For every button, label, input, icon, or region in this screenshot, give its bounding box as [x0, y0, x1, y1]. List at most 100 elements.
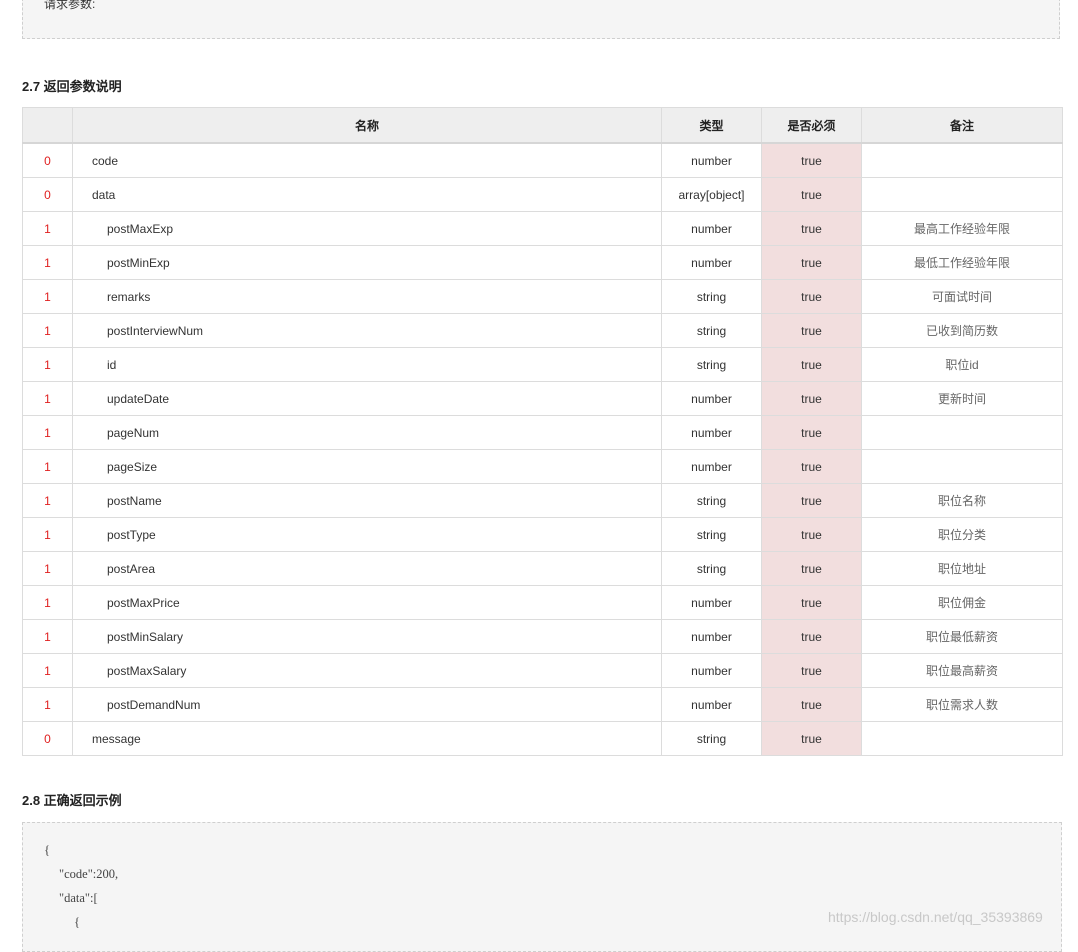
cell-required: true [761, 687, 862, 722]
table-row: 1 postMaxExp number true 最高工作经验年限 [22, 211, 1063, 246]
cell-name: code [72, 142, 662, 178]
cell-note: 职位需求人数 [861, 687, 1063, 722]
cell-name: message [72, 721, 662, 756]
table-row: 1 postName string true 职位名称 [22, 483, 1063, 518]
param-name: message [92, 731, 141, 746]
cell-name: pageSize [72, 449, 662, 484]
cell-type: string [661, 517, 762, 552]
cell-name: postType [72, 517, 662, 552]
table-row: 1 postInterviewNum string true 已收到简历数 [22, 313, 1063, 348]
cell-required: true [761, 347, 862, 382]
code-line: "data":[ [59, 891, 98, 905]
cell-type: string [661, 347, 762, 382]
cell-level: 1 [22, 313, 73, 348]
cell-type: string [661, 551, 762, 586]
table-body: 0 code number true 0 data array[object] true 1 po… [22, 142, 1063, 756]
param-name: postArea [107, 561, 156, 576]
param-name: postMaxSalary [107, 663, 187, 678]
cell-type: string [661, 721, 762, 756]
cell-required: true [761, 619, 862, 654]
header-required: 是否必须 [761, 107, 862, 144]
cell-name: postMaxExp [72, 211, 662, 246]
param-name: code [92, 153, 119, 168]
table-row: 0 data array[object] true [22, 177, 1063, 212]
cell-name: remarks [72, 279, 662, 314]
cell-level: 0 [22, 177, 73, 212]
cell-note [861, 142, 1063, 178]
cell-note: 职位最低薪资 [861, 619, 1063, 654]
cell-level: 1 [22, 483, 73, 518]
cell-note: 职位最高薪资 [861, 653, 1063, 688]
request-params-label: 请求参数: [44, 0, 96, 11]
cell-level: 1 [22, 245, 73, 280]
cell-note [861, 177, 1063, 212]
cell-type: string [661, 279, 762, 314]
cell-required: true [761, 245, 862, 280]
cell-note: 已收到简历数 [861, 313, 1063, 348]
cell-level: 1 [22, 279, 73, 314]
cell-type: number [661, 211, 762, 246]
cell-name: id [72, 347, 662, 382]
cell-name: postArea [72, 551, 662, 586]
cell-required: true [761, 177, 862, 212]
table-row: 1 postMaxSalary number true 职位最高薪资 [22, 653, 1063, 688]
cell-type: string [661, 313, 762, 348]
table-header-row: 名称 类型 是否必须 备注 [22, 107, 1063, 144]
cell-type: array[object] [661, 177, 762, 212]
cell-level: 1 [22, 619, 73, 654]
cell-type: number [661, 142, 762, 178]
table-row: 1 postArea string true 职位地址 [22, 551, 1063, 586]
cell-name: postMaxSalary [72, 653, 662, 688]
param-name: remarks [107, 289, 151, 304]
cell-level: 1 [22, 551, 73, 586]
cell-name: postMinSalary [72, 619, 662, 654]
cell-name: postDemandNum [72, 687, 662, 722]
cell-type: number [661, 381, 762, 416]
table-row: 1 updateDate number true 更新时间 [22, 381, 1063, 416]
param-name: postDemandNum [107, 697, 201, 712]
cell-required: true [761, 653, 862, 688]
cell-type: number [661, 585, 762, 620]
param-name: id [107, 357, 117, 372]
cell-note [861, 415, 1063, 450]
cell-level: 1 [22, 585, 73, 620]
return-params-table: 名称 类型 是否必须 备注 0 code number true 0 data array[… [22, 107, 1063, 756]
cell-note: 可面试时间 [861, 279, 1063, 314]
cell-note: 职位地址 [861, 551, 1063, 586]
cell-level: 1 [22, 347, 73, 382]
cell-level: 1 [22, 381, 73, 416]
table-row: 1 remarks string true 可面试时间 [22, 279, 1063, 314]
code-line: "code":200, [59, 867, 119, 881]
cell-required: true [761, 483, 862, 518]
param-name: pageSize [107, 459, 158, 474]
param-name: postName [107, 493, 162, 508]
cell-required: true [761, 211, 862, 246]
table-row: 1 pageNum number true [22, 415, 1063, 450]
code-example-box: { "code":200, "data":[ { [22, 822, 1062, 952]
cell-required: true [761, 313, 862, 348]
cell-level: 1 [22, 415, 73, 450]
cell-name: postInterviewNum [72, 313, 662, 348]
code-line: { [44, 843, 50, 857]
table-row: 0 message string true [22, 721, 1063, 756]
cell-required: true [761, 449, 862, 484]
cell-name: data [72, 177, 662, 212]
cell-required: true [761, 721, 862, 756]
param-name: postMaxExp [107, 221, 174, 236]
cell-required: true [761, 279, 862, 314]
param-name: postInterviewNum [107, 323, 204, 338]
cell-required: true [761, 551, 862, 586]
cell-note: 职位名称 [861, 483, 1063, 518]
table-row: 1 postMaxPrice number true 职位佣金 [22, 585, 1063, 620]
section-title-return-params: 2.7 返回参数说明 [22, 79, 122, 94]
table-row: 1 postMinSalary number true 职位最低薪资 [22, 619, 1063, 654]
param-name: postType [107, 527, 156, 542]
param-name: pageNum [107, 425, 160, 440]
cell-type: string [661, 483, 762, 518]
cell-required: true [761, 517, 862, 552]
table-row: 0 code number true [22, 142, 1063, 178]
cell-note: 最高工作经验年限 [861, 211, 1063, 246]
cell-note [861, 721, 1063, 756]
watermark: https://blog.csdn.net/qq_35393869 [828, 909, 1043, 925]
table-row: 1 pageSize number true [22, 449, 1063, 484]
